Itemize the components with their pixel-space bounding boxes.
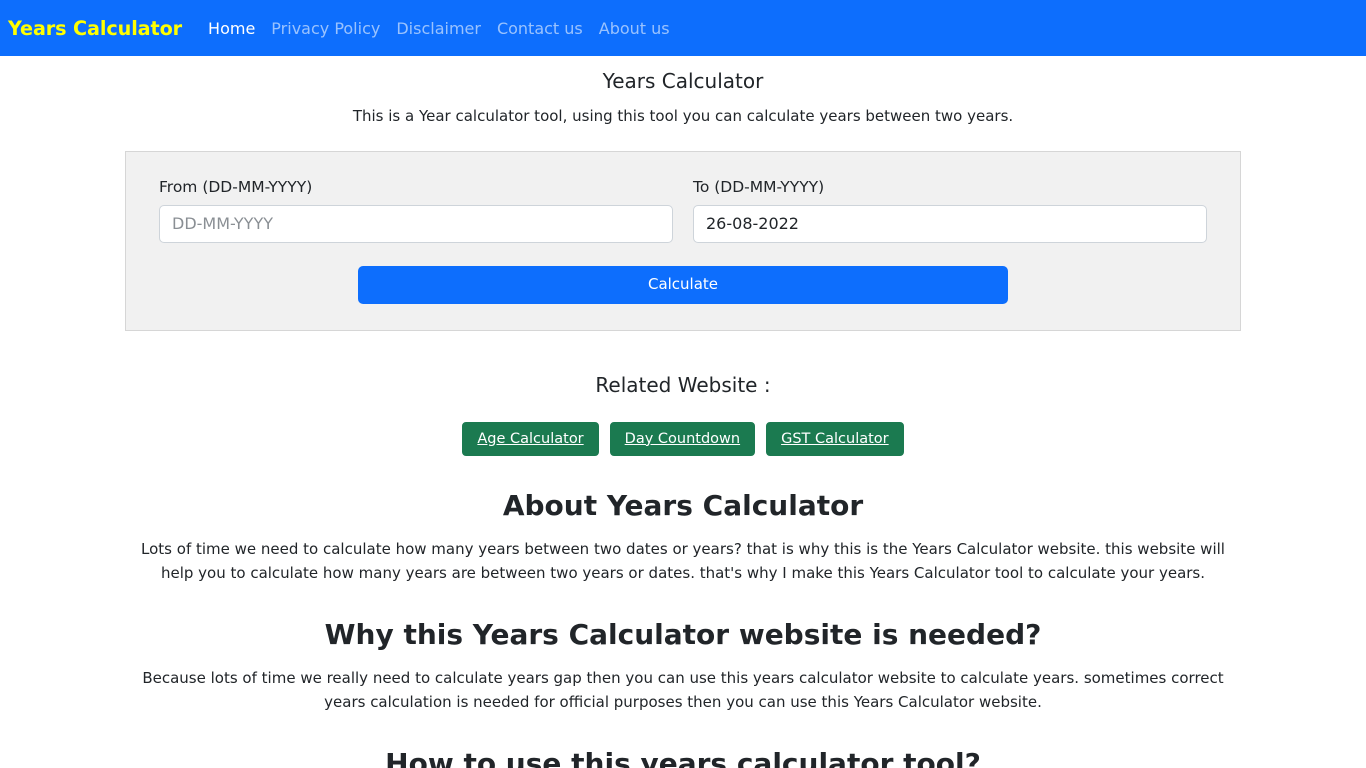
calculator-form-card: From (DD-MM-YYYY) To (DD-MM-YYYY) Calcul…	[125, 150, 1241, 331]
from-date-input[interactable]	[159, 204, 673, 243]
section-heading-why: Why this Years Calculator website is nee…	[324, 617, 1042, 651]
page-subtitle: This is a Year calculator tool, using th…	[352, 107, 1014, 125]
main-navbar: Years Calculator Home Privacy Policy Dis…	[0, 0, 1366, 56]
from-field-group: From (DD-MM-YYYY)	[159, 178, 673, 243]
section-body-about: Lots of time we need to calculate how ma…	[141, 539, 1225, 582]
navbar-links: Home Privacy Policy Disclaimer Contact u…	[200, 19, 678, 38]
page-content: Years Calculator This is a Year calculat…	[0, 56, 1366, 768]
related-link-day-countdown[interactable]: Day Countdown	[609, 421, 756, 456]
nav-link-about-us[interactable]: About us	[591, 19, 678, 38]
related-link-age-calculator[interactable]: Age Calculator	[462, 421, 599, 456]
section-heading-how-to-use: How to use this years calculator tool?	[385, 746, 981, 768]
related-website-heading: Related Website :	[595, 372, 771, 397]
related-link-gst-calculator[interactable]: GST Calculator	[766, 421, 904, 456]
article-sections: About Years Calculator Lots of time we n…	[125, 456, 1241, 768]
calculate-row: Calculate	[159, 265, 1207, 304]
navbar-brand[interactable]: Years Calculator	[8, 17, 182, 40]
to-field-label: To (DD-MM-YYYY)	[693, 177, 825, 196]
page-title: Years Calculator	[602, 69, 764, 93]
section-body-why: Because lots of time we really need to c…	[142, 668, 1224, 711]
date-fields-row: From (DD-MM-YYYY) To (DD-MM-YYYY)	[159, 178, 1207, 243]
nav-link-home[interactable]: Home	[200, 19, 263, 38]
nav-link-disclaimer[interactable]: Disclaimer	[388, 19, 489, 38]
nav-link-contact-us[interactable]: Contact us	[489, 19, 591, 38]
to-field-group: To (DD-MM-YYYY)	[693, 178, 1207, 243]
nav-link-privacy-policy[interactable]: Privacy Policy	[263, 19, 388, 38]
to-date-input[interactable]	[693, 204, 1207, 243]
section-heading-about: About Years Calculator	[502, 488, 864, 522]
related-website-buttons: Age Calculator Day Countdown GST Calcula…	[0, 421, 1366, 456]
calculate-button[interactable]: Calculate	[358, 265, 1008, 304]
from-field-label: From (DD-MM-YYYY)	[159, 177, 313, 196]
